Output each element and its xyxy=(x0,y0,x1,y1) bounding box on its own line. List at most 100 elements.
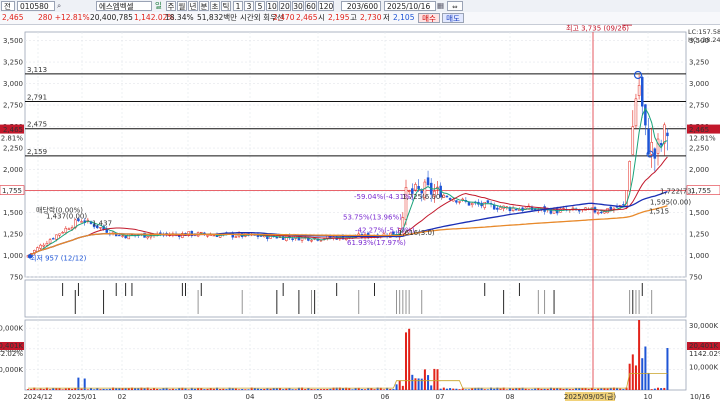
candle-body xyxy=(48,239,52,244)
lc-label: LC:157.58 xyxy=(688,28,720,36)
candle-body xyxy=(496,207,499,210)
volume-bar xyxy=(653,388,656,390)
volume-bar xyxy=(568,389,571,390)
candle-body xyxy=(231,232,234,238)
buy-button[interactable]: 매수 xyxy=(418,13,440,23)
volume-bar xyxy=(537,388,540,390)
volume-bar xyxy=(156,388,159,390)
volume-tick-right: 1142.02% xyxy=(689,350,720,358)
stock-name[interactable]: 에스엠벡셀 xyxy=(96,1,152,11)
interval-30[interactable]: 30 xyxy=(292,1,304,11)
candle-body xyxy=(146,236,149,239)
volume-bar xyxy=(247,389,250,390)
period-tick[interactable]: 틱 xyxy=(221,1,231,11)
price-change: 280 +12.81% xyxy=(38,13,90,22)
candle-body xyxy=(200,231,203,234)
period-minute[interactable]: 분 xyxy=(199,1,209,11)
stock-chart[interactable]: 3,113 2,791 2,475 2,159 3,500 3,250 3,000 2,75… xyxy=(0,24,720,404)
volume-bar xyxy=(597,388,600,390)
volume-bar xyxy=(433,368,436,390)
hc-label: HC:-28.24 xyxy=(688,36,720,44)
volume-bar xyxy=(449,388,452,390)
toggle-button[interactable]: ⇔ xyxy=(447,1,463,11)
search-icon[interactable]: ⌕ xyxy=(57,1,67,11)
market-select[interactable]: 전 xyxy=(1,1,15,11)
annot-2: 1,437(0.00) xyxy=(46,213,87,221)
volume-ma-line xyxy=(28,373,668,389)
volume-bar xyxy=(253,388,256,390)
volume-bar xyxy=(80,388,83,390)
volume-bar xyxy=(206,388,209,390)
interval-5[interactable]: 5 xyxy=(255,1,265,11)
period-week[interactable]: 주 xyxy=(166,1,176,11)
volume-bar xyxy=(193,388,196,390)
candle-body xyxy=(600,211,603,214)
volume-bar xyxy=(118,388,121,390)
interval-3[interactable]: 3 xyxy=(244,1,254,11)
time-label: 04 xyxy=(246,393,255,401)
price-tick-right: 1,000 xyxy=(689,252,709,260)
count-input[interactable]: 203/600 xyxy=(341,1,381,11)
volume-bar xyxy=(392,389,395,390)
volume-pane xyxy=(24,319,687,391)
volume-left-label: 1142.02% xyxy=(0,350,23,358)
candle-body xyxy=(470,202,474,206)
interval-1[interactable]: 1 xyxy=(233,1,243,11)
volume-bar xyxy=(86,389,89,390)
period-month[interactable]: 월 xyxy=(177,1,187,11)
volume-bar xyxy=(178,388,181,390)
volume-bar xyxy=(313,389,316,390)
candle-body xyxy=(118,234,121,237)
volume-tick-right: 30,000K xyxy=(689,322,718,330)
date-input[interactable]: 2025/10/16 xyxy=(384,1,436,11)
volume-bar xyxy=(238,389,241,390)
interval-60[interactable]: 60 xyxy=(305,1,317,11)
volume-bar xyxy=(663,387,666,390)
volume-bar xyxy=(260,388,263,390)
volume-bar xyxy=(55,388,58,390)
volume-bar xyxy=(414,378,417,390)
volume-bar xyxy=(282,389,285,390)
volume-bar xyxy=(458,389,461,390)
support-lines: 3,113 2,791 2,475 2,159 xyxy=(25,66,686,157)
volume-bar xyxy=(354,388,357,390)
time-label: 2025/09/05(금) xyxy=(564,393,617,401)
volume-bar xyxy=(360,389,363,390)
candle-body xyxy=(511,207,515,211)
candle-body xyxy=(70,227,74,230)
volume-bar xyxy=(647,372,650,390)
candles xyxy=(26,74,669,258)
current-pct-label-left: 12.81% xyxy=(0,135,23,143)
calendar-icon[interactable]: ▦ xyxy=(437,1,445,11)
period-second[interactable]: 초 xyxy=(210,1,220,11)
volume-bar xyxy=(666,347,669,390)
sell-button[interactable]: 매도 xyxy=(442,13,464,23)
candle-body xyxy=(42,244,45,247)
interval-120[interactable]: 120 xyxy=(318,1,334,11)
candle-body xyxy=(127,233,131,240)
volume-bar xyxy=(319,389,322,390)
volume-bar xyxy=(64,388,67,390)
interval-20[interactable]: 20 xyxy=(279,1,291,11)
hline-label: 2,475 xyxy=(27,121,47,129)
price-tick-right: 3,000 xyxy=(689,80,709,88)
time-label: 07 xyxy=(436,393,445,401)
candle-body xyxy=(458,201,461,203)
time-label: 10/16 xyxy=(690,393,711,401)
volume-bar xyxy=(127,388,130,390)
open-label: 시 xyxy=(318,13,325,22)
period-year[interactable]: 년 xyxy=(188,1,198,11)
volume-bars xyxy=(27,320,669,390)
candle-body xyxy=(417,185,420,190)
interval-10[interactable]: 10 xyxy=(266,1,278,11)
volume-bar xyxy=(427,375,430,390)
trade-amount: 51,832백만 xyxy=(197,13,238,22)
volume-bar xyxy=(222,388,225,390)
candle-body xyxy=(483,202,486,208)
candle-body xyxy=(659,143,663,146)
volume-bar xyxy=(389,389,392,390)
prev-price-2: 2,465 xyxy=(296,13,318,22)
volume-bar xyxy=(439,388,442,390)
code-input[interactable]: 010580 xyxy=(17,1,55,11)
candle-body xyxy=(51,238,55,240)
